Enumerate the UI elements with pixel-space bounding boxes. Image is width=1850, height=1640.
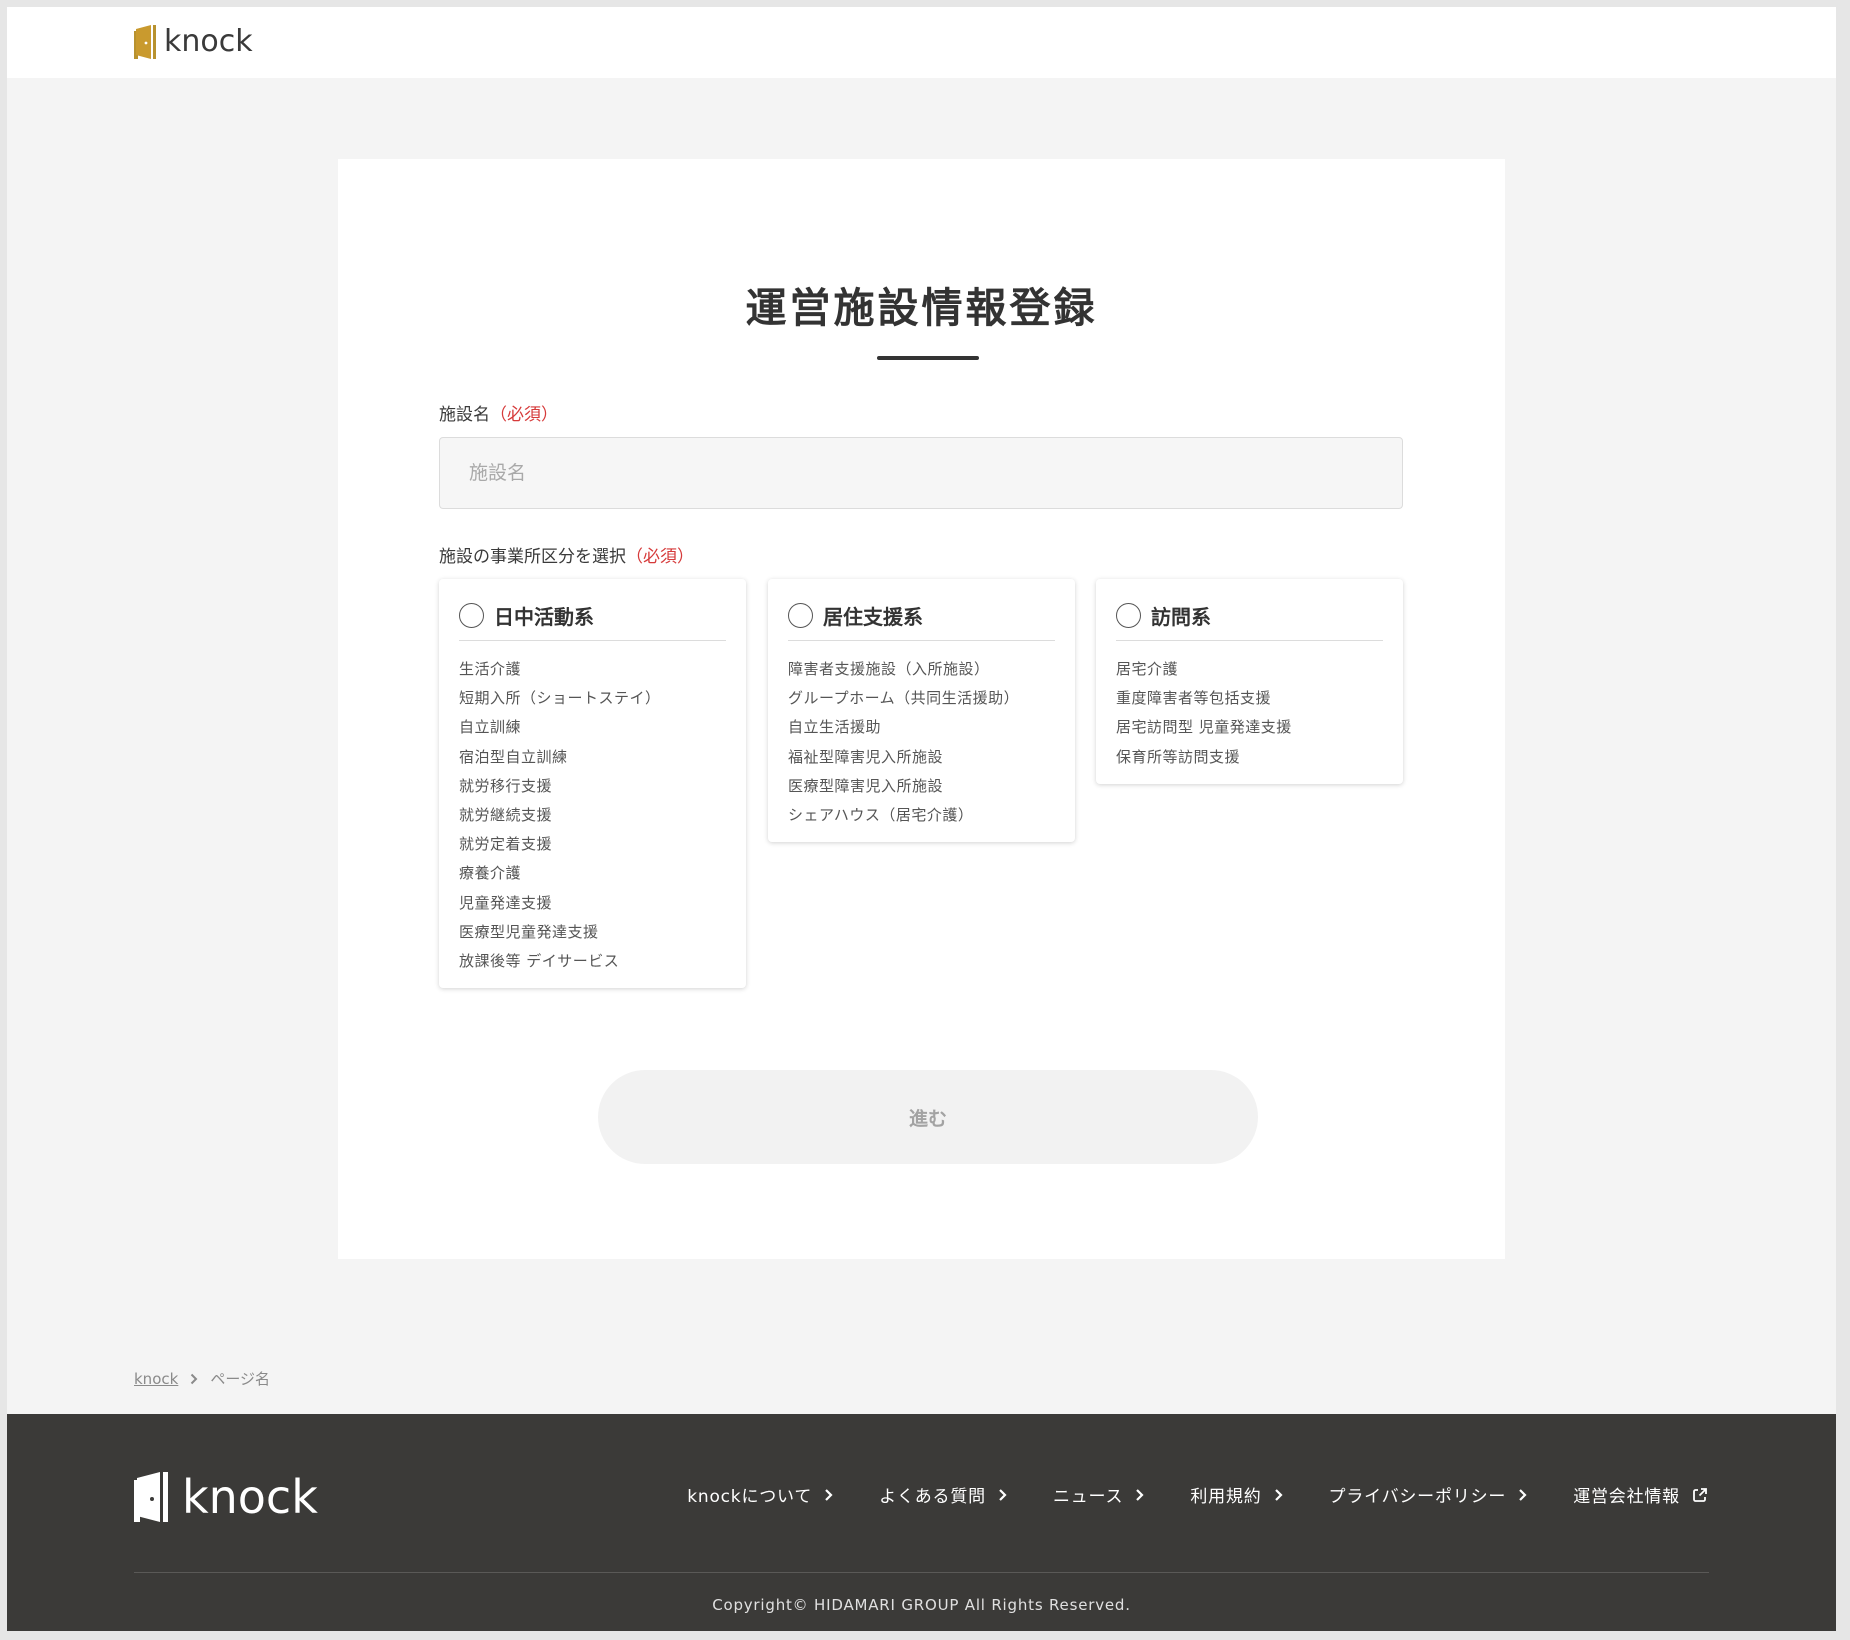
footer-nav: knockについて よくある質問 ニュース 利用規約 プライバシーポリシー 運営… — [687, 1482, 1708, 1507]
list-item: 療養介護 — [459, 864, 522, 883]
list-item: グループホーム（共同生活援助） — [788, 689, 1020, 708]
door-logo-icon — [134, 25, 156, 59]
list-item: 福祉型障害児入所施設 — [788, 747, 944, 766]
door-logo-icon — [134, 1472, 168, 1522]
chevron-right-icon — [190, 1373, 198, 1385]
breadcrumb: knock ページ名 — [134, 1368, 270, 1389]
next-button[interactable]: 進む — [598, 1070, 1258, 1164]
required-marker: （必須） — [490, 405, 558, 425]
breadcrumb-home-link[interactable]: knock — [134, 1370, 178, 1388]
radio-button[interactable] — [788, 603, 813, 628]
footer-link-label: 利用規約 — [1190, 1487, 1262, 1507]
list-item: 居宅介護 — [1116, 660, 1179, 678]
category-label-text: 施設の事業所区分を選択 — [439, 547, 626, 567]
footer-logo-text: knock — [182, 1470, 318, 1524]
footer-link-label: ニュース — [1052, 1487, 1124, 1507]
footer-link-company[interactable]: 運営会社情報 — [1573, 1482, 1708, 1507]
category-title: 日中活動系 — [494, 605, 594, 629]
registration-card: 運営施設情報登録 施設名（必須） 施設の事業所区分を選択（必須） 日中活動系 生… — [338, 159, 1505, 1259]
chevron-right-icon — [999, 1488, 1007, 1501]
list-item: 就労移行支援 — [459, 776, 553, 795]
chevron-right-icon — [825, 1488, 833, 1501]
chevron-right-icon — [1136, 1488, 1144, 1501]
site-header: knock — [7, 7, 1836, 78]
footer-link-label: プライバシーポリシー — [1328, 1487, 1507, 1507]
category-title: 居住支援系 — [823, 605, 923, 629]
service-list: 生活介護 短期入所（ショートステイ） 自立訓練 宿泊型自立訓練 就労移行支援 就… — [459, 641, 726, 976]
external-link-icon — [1693, 1487, 1707, 1502]
category-title: 訪問系 — [1151, 605, 1211, 629]
list-item: 児童発達支援 — [459, 893, 553, 912]
list-item: 重度障害者等包括支援 — [1116, 689, 1272, 708]
footer-logo[interactable]: knock — [134, 1472, 318, 1522]
list-item: シェアハウス（居宅介護） — [788, 805, 974, 824]
footer-link-label: よくある質問 — [879, 1487, 986, 1507]
chevron-right-icon — [1274, 1488, 1283, 1501]
list-item: 自立生活援助 — [788, 718, 882, 737]
list-item: 放課後等 デイサービス — [459, 951, 620, 970]
copyright-text: Copyright© HIDAMARI GROUP All Rights Res… — [712, 1596, 1131, 1614]
category-label: 施設の事業所区分を選択（必須） — [439, 542, 694, 567]
category-card-visiting[interactable]: 訪問系 居宅介護 重度障害者等包括支援 居宅訪問型 児童発達支援 保育所等訪問支… — [1096, 579, 1403, 784]
footer-divider — [134, 1572, 1709, 1573]
facility-name-label-text: 施設名 — [439, 405, 490, 425]
footer-link-news[interactable]: ニュース — [1053, 1482, 1144, 1507]
list-item: 自立訓練 — [459, 718, 522, 737]
chevron-right-icon — [1519, 1488, 1527, 1501]
facility-name-label: 施設名（必須） — [439, 400, 558, 425]
radio-button[interactable] — [459, 603, 484, 628]
header-logo[interactable]: knock — [134, 25, 253, 59]
list-item: 障害者支援施設（入所施設） — [788, 660, 990, 678]
footer-link-label: knockについて — [687, 1487, 813, 1507]
list-item: 短期入所（ショートステイ） — [459, 689, 661, 708]
category-card-residential[interactable]: 居住支援系 障害者支援施設（入所施設） グループホーム（共同生活援助） 自立生活… — [768, 579, 1075, 843]
title-underline — [877, 356, 979, 360]
footer-link-faq[interactable]: よくある質問 — [879, 1482, 1007, 1507]
service-list: 障害者支援施設（入所施設） グループホーム（共同生活援助） 自立生活援助 福祉型… — [788, 641, 1055, 830]
facility-name-input[interactable] — [439, 437, 1403, 509]
required-marker: （必須） — [626, 547, 694, 567]
header-logo-text: knock — [164, 24, 253, 59]
service-list: 居宅介護 重度障害者等包括支援 居宅訪問型 児童発達支援 保育所等訪問支援 — [1116, 641, 1383, 772]
list-item: 居宅訪問型 児童発達支援 — [1116, 718, 1292, 737]
breadcrumb-current: ページ名 — [210, 1370, 271, 1388]
category-option-daytime[interactable]: 日中活動系 — [459, 601, 726, 641]
page-frame: knock 運営施設情報登録 施設名（必須） 施設の事業所区分を選択（必須） 日… — [7, 7, 1836, 1631]
list-item: 医療型児童発達支援 — [459, 922, 599, 941]
list-item: 医療型障害児入所施設 — [788, 776, 944, 795]
category-card-daytime[interactable]: 日中活動系 生活介護 短期入所（ショートステイ） 自立訓練 宿泊型自立訓練 就労… — [439, 579, 746, 989]
footer-link-privacy[interactable]: プライバシーポリシー — [1329, 1482, 1528, 1507]
radio-button[interactable] — [1116, 603, 1141, 628]
list-item: 就労定着支援 — [459, 835, 553, 854]
category-option-visiting[interactable]: 訪問系 — [1116, 601, 1383, 641]
list-item: 生活介護 — [459, 660, 522, 678]
list-item: 宿泊型自立訓練 — [459, 747, 568, 766]
footer-link-terms[interactable]: 利用規約 — [1190, 1482, 1283, 1507]
site-footer: knock knockについて よくある質問 ニュース 利用規約 プライバシーポ… — [7, 1414, 1836, 1631]
list-item: 就労継続支援 — [459, 805, 553, 824]
page-title: 運営施設情報登録 — [745, 284, 1098, 332]
footer-link-about[interactable]: knockについて — [687, 1482, 833, 1507]
category-option-residential[interactable]: 居住支援系 — [788, 601, 1055, 641]
list-item: 保育所等訪問支援 — [1116, 747, 1241, 766]
footer-link-label: 運営会社情報 — [1573, 1487, 1680, 1507]
